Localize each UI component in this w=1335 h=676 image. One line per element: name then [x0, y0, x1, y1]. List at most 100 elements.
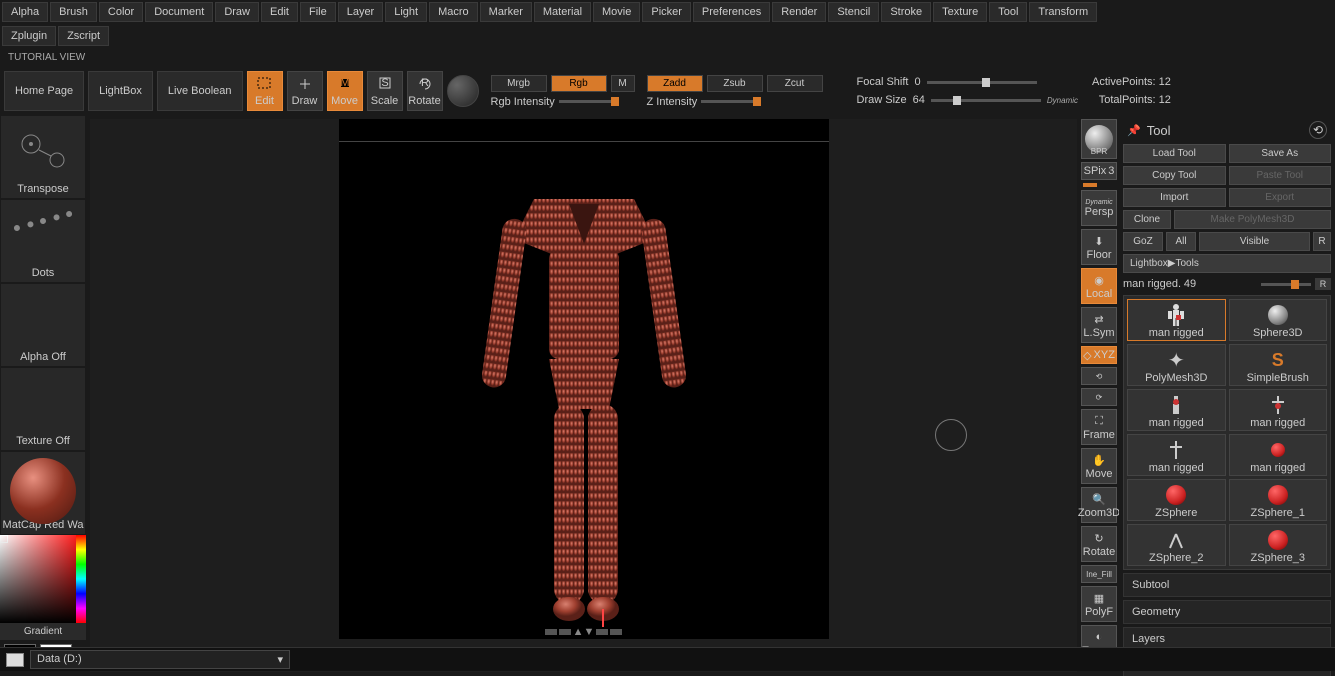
menu-zscript[interactable]: Zscript [58, 26, 109, 46]
menu-preferences[interactable]: Preferences [693, 2, 770, 22]
texture-tile[interactable]: Texture Off [0, 367, 86, 451]
frame-button[interactable]: ⛶Frame [1081, 409, 1117, 445]
m-button[interactable]: M [611, 75, 635, 92]
menu-zplugin[interactable]: Zplugin [2, 26, 56, 46]
pin-icon[interactable]: 📌 [1127, 124, 1141, 137]
menu-movie[interactable]: Movie [593, 2, 640, 22]
visible-button[interactable]: Visible [1199, 232, 1310, 251]
menu-macro[interactable]: Macro [429, 2, 478, 22]
tool-item-man-rigged[interactable]: man rigged [1127, 299, 1226, 341]
r-button-2[interactable]: R [1315, 278, 1331, 290]
menu-file[interactable]: File [300, 2, 336, 22]
rotate-mode-button[interactable]: RRotate [407, 71, 443, 111]
lsym-button[interactable]: ⇄L.Sym [1081, 307, 1117, 343]
all-button[interactable]: All [1166, 232, 1196, 251]
spix-slider[interactable]: SPix 3 [1081, 162, 1117, 180]
viewport-canvas[interactable]: ▲▼ [339, 119, 829, 639]
home-page-button[interactable]: Home Page [4, 71, 84, 111]
z-intensity-slider[interactable] [701, 100, 761, 103]
make-polymesh-button[interactable]: Make PolyMesh3D [1174, 210, 1331, 229]
draw-size-slider[interactable] [931, 99, 1041, 102]
tool-item-polymesh3d[interactable]: ✦PolyMesh3D [1127, 344, 1226, 386]
menu-color[interactable]: Color [99, 2, 143, 22]
menu-material[interactable]: Material [534, 2, 591, 22]
zadd-button[interactable]: Zadd [647, 75, 703, 92]
zcut-button[interactable]: Zcut [767, 75, 823, 92]
menu-edit[interactable]: Edit [261, 2, 298, 22]
menu-draw[interactable]: Draw [215, 2, 259, 22]
menu-stencil[interactable]: Stencil [828, 2, 879, 22]
lightbox-tools-button[interactable]: Lightbox▶Tools [1123, 254, 1331, 273]
tool-item-zsphere-1[interactable]: ZSphere_1 [1229, 479, 1328, 521]
polyf-button[interactable]: ▦PolyF [1081, 586, 1117, 622]
transpose-tile[interactable]: Transpose [0, 115, 86, 199]
menu-layer[interactable]: Layer [338, 2, 384, 22]
xyz-button[interactable]: ◇XYZ [1081, 346, 1117, 364]
tool-slider[interactable] [1261, 283, 1311, 286]
ine-fill-button[interactable]: Ine_Fill [1081, 565, 1117, 583]
scale-mode-button[interactable]: SScale [367, 71, 403, 111]
accordion-geometry[interactable]: Geometry [1123, 600, 1331, 624]
tool-item-zsphere-3[interactable]: ZSphere_3 [1229, 524, 1328, 566]
paste-tool-button[interactable]: Paste Tool [1229, 166, 1332, 185]
menu-document[interactable]: Document [145, 2, 213, 22]
menu-tool[interactable]: Tool [989, 2, 1027, 22]
copy-tool-button[interactable]: Copy Tool [1123, 166, 1226, 185]
menu-render[interactable]: Render [772, 2, 826, 22]
menu-transform[interactable]: Transform [1029, 2, 1097, 22]
axis-toggle-1[interactable]: ⟲ [1081, 367, 1117, 385]
menu-light[interactable]: Light [385, 2, 427, 22]
menu-stroke[interactable]: Stroke [881, 2, 931, 22]
alpha-tile[interactable]: Alpha Off [0, 283, 86, 367]
zsub-button[interactable]: Zsub [707, 75, 763, 92]
refresh-icon[interactable]: ⟲ [1309, 121, 1327, 139]
drive-icon[interactable] [6, 653, 24, 667]
drive-dropdown[interactable]: Data (D:)▾ [30, 650, 290, 669]
mrgb-button[interactable]: Mrgb [491, 75, 547, 92]
live-boolean-button[interactable]: Live Boolean [157, 71, 243, 111]
menu-marker[interactable]: Marker [480, 2, 532, 22]
hue-bar[interactable] [76, 535, 86, 623]
tool-item-man-rigged-4[interactable]: man rigged [1127, 434, 1226, 476]
gradient-toggle[interactable]: Gradient [0, 623, 86, 640]
move-mode-button[interactable]: MMove [327, 71, 363, 111]
tool-item-zsphere[interactable]: ZSphere [1127, 479, 1226, 521]
draw-mode-button[interactable]: Draw [287, 71, 323, 111]
move-view-button[interactable]: ✋Move [1081, 448, 1117, 484]
menu-picker[interactable]: Picker [642, 2, 691, 22]
matcap-tile[interactable]: MatCap Red Wa [0, 451, 86, 535]
edit-mode-button[interactable]: Edit [247, 71, 283, 111]
tool-item-simplebrush[interactable]: SSimpleBrush [1229, 344, 1328, 386]
dynamic-label[interactable]: Dynamic [1047, 96, 1078, 105]
persp-button[interactable]: DynamicPersp [1081, 190, 1117, 226]
zoom-button[interactable]: 🔍Zoom3D [1081, 487, 1117, 523]
tool-item-man-rigged-2[interactable]: man rigged [1127, 389, 1226, 431]
accordion-subtool[interactable]: Subtool [1123, 573, 1331, 597]
save-as-button[interactable]: Save As [1229, 144, 1332, 163]
goz-button[interactable]: GoZ [1123, 232, 1163, 251]
color-picker[interactable] [0, 535, 86, 623]
import-button[interactable]: Import [1123, 188, 1226, 207]
export-button[interactable]: Export [1229, 188, 1332, 207]
menu-texture[interactable]: Texture [933, 2, 987, 22]
floor-button[interactable]: ⬇Floor [1081, 229, 1117, 265]
dots-tile[interactable]: Dots [0, 199, 86, 283]
tool-item-man-rigged-3[interactable]: man rigged [1229, 389, 1328, 431]
tool-item-zsphere-2[interactable]: ZSphere_2 [1127, 524, 1226, 566]
focal-shift-slider[interactable] [927, 81, 1037, 84]
local-button[interactable]: ◉Local [1081, 268, 1117, 304]
axis-toggle-2[interactable]: ⟳ [1081, 388, 1117, 406]
rotate-view-button[interactable]: ↻Rotate [1081, 526, 1117, 562]
r-button-1[interactable]: R [1313, 232, 1331, 251]
clone-button[interactable]: Clone [1123, 210, 1171, 229]
menu-brush[interactable]: Brush [50, 2, 97, 22]
tool-item-man-rigged-5[interactable]: man rigged [1229, 434, 1328, 476]
material-sphere[interactable] [447, 75, 479, 107]
load-tool-button[interactable]: Load Tool [1123, 144, 1226, 163]
rgb-intensity-slider[interactable] [559, 100, 619, 103]
lightbox-button[interactable]: LightBox [88, 71, 153, 111]
tool-item-sphere3d[interactable]: Sphere3D [1229, 299, 1328, 341]
bpr-button[interactable]: BPR [1081, 119, 1117, 159]
rgb-button[interactable]: Rgb [551, 75, 607, 92]
menu-alpha[interactable]: Alpha [2, 2, 48, 22]
